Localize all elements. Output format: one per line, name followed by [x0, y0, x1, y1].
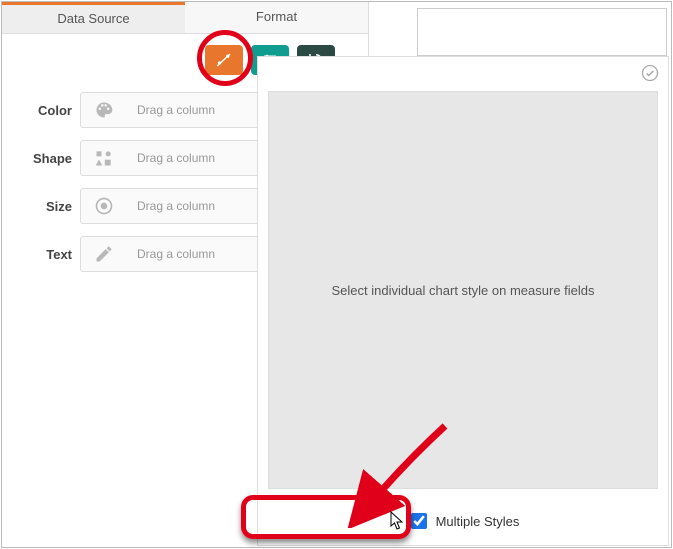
label-text: Text	[2, 247, 80, 262]
multiple-styles-checkbox[interactable]	[411, 513, 427, 529]
size-icon	[87, 196, 121, 216]
drop-text-placeholder: Drag a column	[137, 247, 215, 261]
label-color: Color	[2, 103, 80, 118]
drop-shape-placeholder: Drag a column	[137, 151, 215, 165]
check-circle-icon	[640, 63, 660, 83]
multiple-styles-label[interactable]: Multiple Styles	[436, 514, 520, 529]
label-size: Size	[2, 199, 80, 214]
style-preview-area: Select individual chart style on measure…	[268, 91, 658, 489]
panel-tabs: Data Source Format	[2, 2, 368, 34]
scatter-control-icon	[215, 51, 233, 69]
palette-icon	[87, 100, 121, 120]
tab-format[interactable]: Format	[185, 2, 368, 33]
drop-size-placeholder: Drag a column	[137, 199, 215, 213]
pencil-icon	[87, 244, 121, 264]
tab-data-source[interactable]: Data Source	[2, 2, 185, 33]
style-empty-message: Select individual chart style on measure…	[331, 283, 594, 298]
chart-style-popover: Select individual chart style on measure…	[257, 56, 669, 546]
popover-footer: Multiple Styles	[258, 497, 668, 545]
shapes-icon	[87, 148, 121, 168]
close-popover-button[interactable]	[640, 63, 660, 83]
drop-color-placeholder: Drag a column	[137, 103, 215, 117]
chart-canvas	[417, 8, 667, 56]
scatter-style-button[interactable]	[205, 45, 243, 75]
label-shape: Shape	[2, 151, 80, 166]
